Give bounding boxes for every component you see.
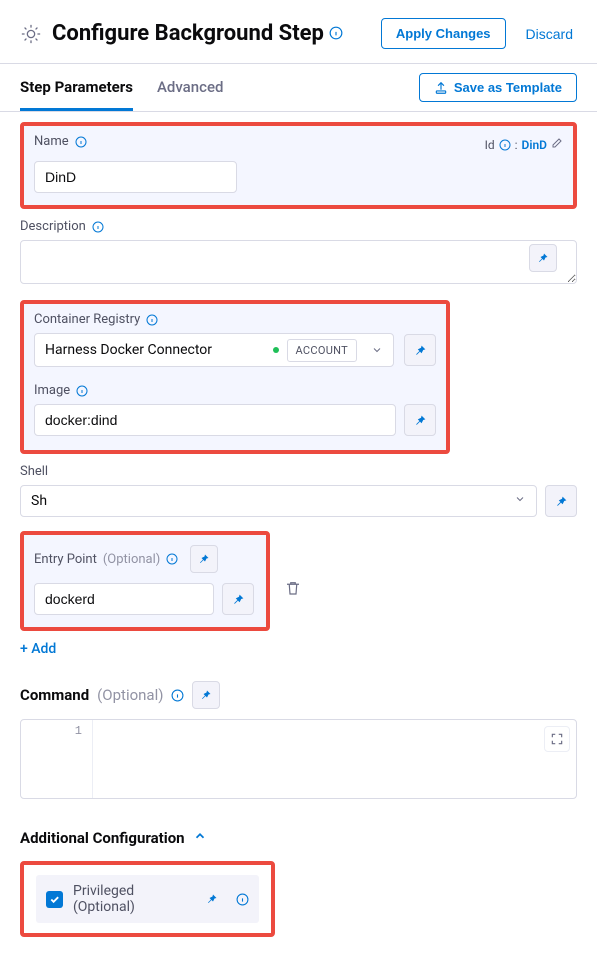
- title-info-icon[interactable]: [329, 26, 343, 40]
- privileged-checkbox[interactable]: [46, 891, 63, 908]
- edit-id-icon[interactable]: [551, 137, 563, 152]
- connector-status-icon: [273, 347, 279, 353]
- apply-changes-button[interactable]: Apply Changes: [381, 18, 506, 49]
- description-pin-button[interactable]: [529, 244, 557, 272]
- description-section: Description: [20, 211, 577, 288]
- command-editor[interactable]: 1: [20, 719, 577, 799]
- registry-pin-button[interactable]: [404, 334, 436, 366]
- id-display: Id : DinD: [485, 137, 563, 152]
- expand-editor-icon[interactable]: [544, 726, 570, 752]
- command-pin-button[interactable]: [192, 681, 220, 709]
- dialog-header: Configure Background Step Apply Changes …: [0, 0, 597, 63]
- registry-info-icon[interactable]: [146, 314, 158, 326]
- command-info-icon[interactable]: [171, 689, 184, 702]
- chevron-up-icon: [193, 829, 207, 847]
- delete-entry-icon[interactable]: [284, 579, 304, 599]
- shell-pin-button[interactable]: [545, 485, 577, 517]
- entry-point-input[interactable]: [34, 583, 214, 615]
- privileged-pin-button[interactable]: [198, 885, 226, 913]
- container-registry-selector[interactable]: Harness Docker Connector ACCOUNT: [34, 333, 394, 367]
- page-title: Configure Background Step: [52, 21, 371, 46]
- chevron-down-icon: [514, 493, 526, 509]
- description-info-icon[interactable]: [92, 221, 104, 233]
- editor-line-number: 1: [21, 720, 93, 798]
- shell-label: Shell: [20, 464, 577, 479]
- step-type-icon: [20, 23, 42, 45]
- entry-label-pin-button[interactable]: [190, 545, 218, 573]
- privileged-label: Privileged (Optional): [73, 883, 188, 915]
- additional-config-toggle[interactable]: Additional Configuration: [20, 829, 577, 847]
- privileged-info-icon[interactable]: [236, 893, 249, 906]
- description-label: Description: [20, 219, 577, 234]
- save-as-template-button[interactable]: Save as Template: [419, 73, 577, 102]
- name-section: Name Id : DinD: [20, 122, 577, 209]
- name-input[interactable]: [34, 161, 237, 193]
- entry-value-pin-button[interactable]: [222, 583, 254, 615]
- connector-name: Harness Docker Connector: [45, 342, 265, 358]
- tab-advanced[interactable]: Advanced: [157, 64, 223, 111]
- shell-value: Sh: [31, 493, 47, 509]
- name-info-icon[interactable]: [75, 136, 87, 148]
- image-pin-button[interactable]: [404, 404, 436, 436]
- chevron-down-icon: [365, 344, 389, 356]
- image-label: Image: [34, 383, 436, 398]
- privileged-section: Privileged (Optional): [20, 861, 275, 937]
- entry-point-label: Entry Point (Optional): [34, 545, 256, 573]
- shell-select[interactable]: Sh: [20, 485, 537, 517]
- id-info-icon[interactable]: [499, 139, 511, 151]
- command-section: Command (Optional) 1: [20, 681, 577, 799]
- tabs-bar: Step Parameters Advanced Save as Templat…: [0, 64, 597, 111]
- container-registry-label: Container Registry: [34, 312, 436, 327]
- tab-step-parameters[interactable]: Step Parameters: [20, 64, 133, 111]
- discard-button[interactable]: Discard: [516, 19, 577, 49]
- shell-section: Shell Sh: [20, 456, 577, 517]
- description-input[interactable]: [20, 240, 577, 284]
- name-label: Name: [34, 134, 87, 149]
- entry-point-section: Entry Point (Optional): [20, 531, 270, 631]
- save-as-template-label: Save as Template: [454, 80, 562, 95]
- image-info-icon[interactable]: [76, 385, 88, 397]
- add-entry-button[interactable]: + Add: [20, 641, 577, 657]
- entry-info-icon[interactable]: [166, 553, 178, 565]
- connector-scope-badge: ACCOUNT: [287, 339, 358, 362]
- registry-image-section: Container Registry Harness Docker Connec…: [20, 300, 450, 454]
- image-input[interactable]: [34, 404, 396, 436]
- command-label: Command: [20, 686, 89, 704]
